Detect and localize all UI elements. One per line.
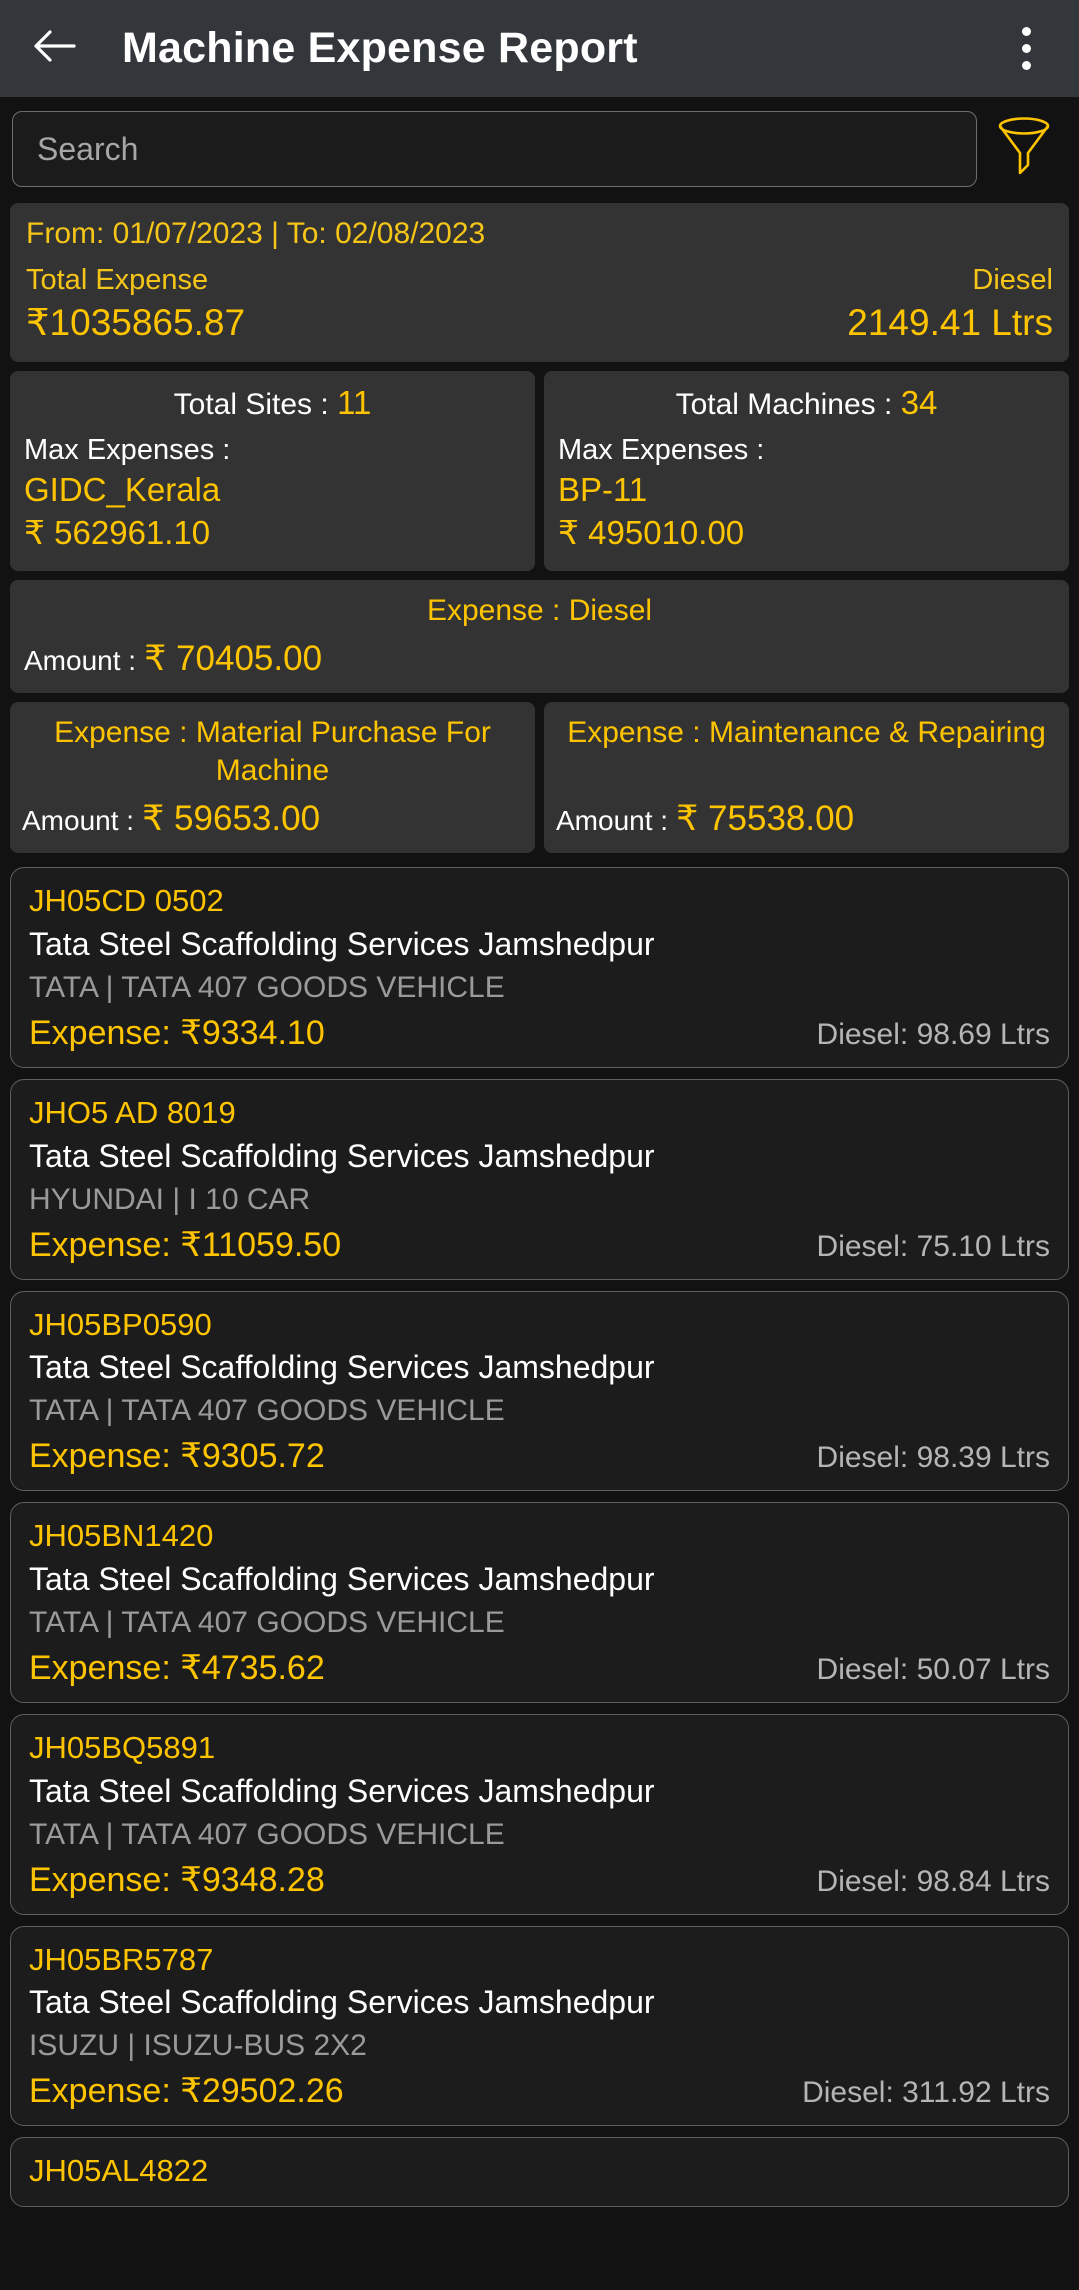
machine-site: Tata Steel Scaffolding Services Jamshedp…: [29, 926, 655, 963]
expense-diesel-card[interactable]: Expense : Diesel Amount : ₹ 70405.00: [10, 579, 1069, 694]
machine-model: TATA | TATA 407 GOODS VEHICLE: [29, 1394, 505, 1428]
app-screen: Machine Expense Report From: 01/07/2023 …: [0, 0, 1079, 2290]
search-row: [0, 97, 1079, 199]
total-machines-count: 34: [900, 384, 938, 422]
total-sites-heading: Total Sites : 11: [24, 384, 521, 422]
max-expenses-label: Max Expenses :: [558, 434, 765, 467]
machine-expense: Expense: ₹9348.28: [29, 1860, 325, 1899]
search-input[interactable]: [37, 130, 952, 168]
machine-expense: Expense: ₹29502.26: [29, 2072, 344, 2111]
back-button[interactable]: [26, 21, 82, 77]
machine-model: TATA | TATA 407 GOODS VEHICLE: [29, 1817, 505, 1851]
expense-diesel-title: Expense : Diesel: [426, 593, 653, 627]
machine-diesel: Diesel: 98.39 Ltrs: [816, 1441, 1050, 1475]
max-expense-machine-name: BP-11: [558, 471, 648, 509]
machine-registration: JH05BR5787: [29, 1941, 214, 1977]
machine-registration: JH05AL4822: [29, 2153, 209, 2189]
amount-label: Amount :: [22, 805, 135, 837]
total-expense-value: ₹1035865.87: [26, 301, 246, 343]
machine-totals-row: Expense: ₹9305.72 Diesel: 98.39 Ltrs: [29, 1436, 1050, 1476]
machine-diesel: Diesel: 98.69 Ltrs: [816, 1017, 1050, 1051]
expense-maintenance-amount-row: Amount : ₹ 75538.00: [556, 799, 1057, 839]
total-sites-card[interactable]: Total Sites : 11 Max Expenses : GIDC_Ker…: [10, 371, 535, 571]
machine-model: HYUNDAI | I 10 CAR: [29, 1182, 311, 1216]
machine-totals-row: Expense: ₹29502.26 Diesel: 311.92 Ltrs: [29, 2071, 1050, 2111]
machine-registration: JHO5 AD 8019: [29, 1094, 236, 1130]
expense-diesel-amount-row: Amount : ₹ 70405.00: [24, 639, 1055, 679]
machine-totals-row: Expense: ₹9348.28 Diesel: 98.84 Ltrs: [29, 1860, 1050, 1900]
total-machines-label: Total Machines :: [675, 388, 901, 422]
total-sites-count: 11: [337, 384, 372, 422]
list-item[interactable]: JH05BP0590 Tata Steel Scaffolding Servic…: [10, 1290, 1069, 1492]
max-expense-site-amount: ₹ 562961.10: [24, 513, 211, 551]
machine-diesel: Diesel: 75.10 Ltrs: [816, 1229, 1050, 1263]
expense-material-amount: ₹ 59653.00: [142, 799, 321, 839]
machine-model: TATA | TATA 407 GOODS VEHICLE: [29, 970, 505, 1004]
total-diesel-value: 2149.41 Ltrs: [847, 301, 1053, 343]
max-expense-machine-amount: ₹ 495010.00: [558, 513, 745, 551]
list-item[interactable]: JH05BN1420 Tata Steel Scaffolding Servic…: [10, 1502, 1069, 1703]
list-item[interactable]: JHO5 AD 8019 Tata Steel Scaffolding Serv…: [10, 1078, 1069, 1280]
max-expenses-label: Max Expenses :: [24, 434, 231, 467]
machine-totals-row: Expense: ₹4735.62 Diesel: 50.07 Ltrs: [29, 1648, 1050, 1688]
list-item[interactable]: JH05AL4822: [10, 2137, 1069, 2208]
page-title: Machine Expense Report: [122, 24, 638, 72]
total-sites-label: Total Sites :: [173, 388, 338, 422]
menu-dot: [1021, 27, 1031, 36]
expense-material-card[interactable]: Expense : Material Purchase For Machine …: [10, 702, 535, 854]
stat-cards-row: Total Sites : 11 Max Expenses : GIDC_Ker…: [10, 371, 1069, 571]
machine-registration: JH05BP0590: [29, 1306, 212, 1342]
machine-totals-row: Expense: ₹11059.50 Diesel: 75.10 Ltrs: [29, 1225, 1050, 1265]
expense-material-amount-row: Amount : ₹ 59653.00: [22, 799, 523, 839]
arrow-left-icon: [32, 28, 76, 69]
machine-expense: Expense: ₹9305.72: [29, 1437, 325, 1476]
machine-diesel: Diesel: 98.84 Ltrs: [816, 1864, 1050, 1898]
list-item[interactable]: JH05BQ5891 Tata Steel Scaffolding Servic…: [10, 1713, 1069, 1915]
machine-totals-row: Expense: ₹9334.10 Diesel: 98.69 Ltrs: [29, 1013, 1050, 1053]
more-vertical-icon[interactable]: [999, 18, 1053, 80]
list-item[interactable]: JH05BR5787 Tata Steel Scaffolding Servic…: [10, 1925, 1069, 2127]
total-diesel-block: Diesel 2149.41 Ltrs: [847, 263, 1053, 346]
expense-cards-row: Expense : Material Purchase For Machine …: [10, 702, 1069, 854]
machine-expense: Expense: ₹9334.10: [29, 1013, 325, 1052]
total-machines-heading: Total Machines : 34: [558, 384, 1055, 422]
machine-list: JH05CD 0502 Tata Steel Scaffolding Servi…: [10, 867, 1069, 2208]
menu-dot: [1021, 44, 1031, 53]
machine-registration: JH05BN1420: [29, 1518, 214, 1554]
total-expense-block: Total Expense ₹1035865.87: [26, 263, 245, 346]
totals-row: Total Expense ₹1035865.87 Diesel 2149.41…: [26, 263, 1053, 346]
machine-expense: Expense: ₹11059.50: [29, 1225, 342, 1264]
expense-maintenance-card[interactable]: Expense : Maintenance & Repairing Amount…: [544, 702, 1069, 854]
machine-diesel: Diesel: 311.92 Ltrs: [802, 2076, 1050, 2110]
machine-registration: JH05BQ5891: [29, 1729, 216, 1765]
list-item[interactable]: JH05CD 0502 Tata Steel Scaffolding Servi…: [10, 867, 1069, 1068]
amount-label: Amount :: [24, 645, 137, 677]
total-expense-label: Total Expense: [26, 264, 209, 296]
machine-site: Tata Steel Scaffolding Services Jamshedp…: [29, 1137, 655, 1174]
expense-maintenance-title: Expense : Maintenance & Repairing: [567, 716, 1046, 750]
machine-model: TATA | TATA 407 GOODS VEHICLE: [29, 1605, 505, 1639]
machine-expense: Expense: ₹4735.62: [29, 1648, 325, 1687]
summary-panel: From: 01/07/2023 | To: 02/08/2023 Total …: [10, 203, 1069, 363]
total-machines-card[interactable]: Total Machines : 34 Max Expenses : BP-11…: [544, 371, 1069, 571]
machine-site: Tata Steel Scaffolding Services Jamshedp…: [29, 1984, 655, 2021]
machine-site: Tata Steel Scaffolding Services Jamshedp…: [29, 1349, 655, 1386]
machine-diesel: Diesel: 50.07 Ltrs: [816, 1652, 1050, 1686]
search-box[interactable]: [12, 111, 977, 187]
app-bar: Machine Expense Report: [0, 0, 1079, 97]
machine-site: Tata Steel Scaffolding Services Jamshedp…: [29, 1772, 655, 1809]
expense-maintenance-amount: ₹ 75538.00: [676, 799, 855, 839]
max-expense-site-name: GIDC_Kerala: [24, 471, 221, 509]
filter-button[interactable]: [981, 111, 1067, 187]
machine-model: ISUZU | ISUZU-BUS 2X2: [29, 2029, 367, 2063]
date-range-label: From: 01/07/2023 | To: 02/08/2023: [26, 217, 486, 250]
amount-label: Amount :: [556, 805, 669, 837]
machine-site: Tata Steel Scaffolding Services Jamshedp…: [29, 1561, 655, 1598]
funnel-filter-icon: [995, 116, 1053, 183]
total-diesel-label: Diesel: [972, 264, 1053, 296]
machine-registration: JH05CD 0502: [29, 883, 224, 919]
menu-dot: [1021, 61, 1031, 70]
expense-diesel-amount: ₹ 70405.00: [144, 639, 323, 679]
expense-material-title: Expense : Material Purchase For Machine: [54, 716, 491, 787]
